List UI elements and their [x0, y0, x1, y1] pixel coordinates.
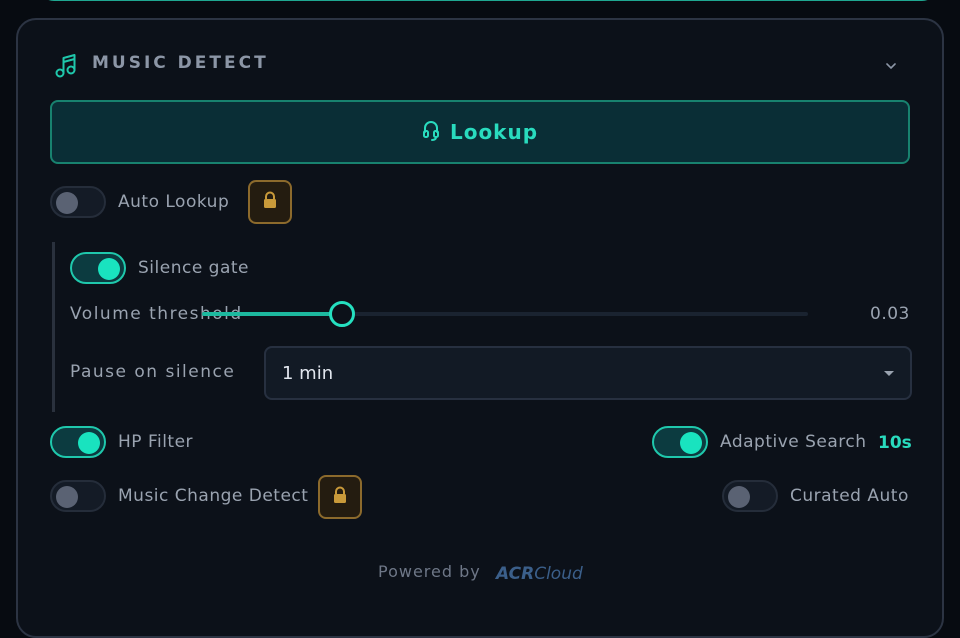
lookup-label: Lookup: [449, 120, 539, 144]
hp-filter-toggle[interactable]: [50, 426, 106, 458]
lock-icon: [262, 191, 278, 213]
panel-title: MUSIC DETECT: [92, 53, 269, 73]
auto-lookup-label: Auto Lookup: [118, 192, 230, 212]
adaptive-search-toggle[interactable]: [652, 426, 708, 458]
lookup-button[interactable]: Lookup: [50, 100, 910, 164]
music-change-detect-toggle[interactable]: [50, 480, 106, 512]
music-change-detect-label: Music Change Detect: [118, 486, 309, 506]
silence-gate-label: Silence gate: [138, 258, 250, 278]
music-detect-panel: MUSIC DETECT Lookup Auto Lookup Silence …: [16, 18, 944, 638]
auto-lookup-lock-button[interactable]: [248, 180, 292, 224]
auto-lookup-toggle[interactable]: [50, 186, 106, 218]
acrcloud-logo[interactable]: ACRCloud: [496, 564, 583, 584]
curated-auto-toggle[interactable]: [722, 480, 778, 512]
brand-bold: ACR: [496, 564, 535, 584]
silence-gate-group-line: [52, 242, 55, 412]
lock-icon: [332, 486, 348, 508]
pause-on-silence-label: Pause on silence: [70, 362, 236, 382]
pause-on-silence-value: 1 min: [282, 363, 334, 384]
adaptive-search-label: Adaptive Search: [720, 432, 867, 452]
previous-panel-edge: [38, 0, 938, 1]
adaptive-search-value: 10s: [878, 433, 912, 453]
curated-auto-label: Curated Auto: [790, 486, 909, 506]
caret-down-icon: [884, 371, 894, 376]
brand-light: Cloud: [534, 564, 583, 584]
pause-on-silence-select[interactable]: 1 min: [264, 346, 912, 400]
hp-filter-label: HP Filter: [118, 432, 194, 452]
volume-threshold-slider-thumb[interactable]: [329, 301, 355, 327]
silence-gate-toggle[interactable]: [70, 252, 126, 284]
headphones-icon: [422, 119, 440, 146]
powered-by-text: Powered by: [378, 562, 481, 581]
volume-threshold-slider-fill: [202, 312, 342, 316]
music-note-icon: [54, 53, 78, 79]
volume-threshold-value: 0.03: [870, 304, 910, 324]
music-change-detect-lock-button[interactable]: [318, 475, 362, 519]
chevron-down-icon[interactable]: [884, 58, 898, 72]
